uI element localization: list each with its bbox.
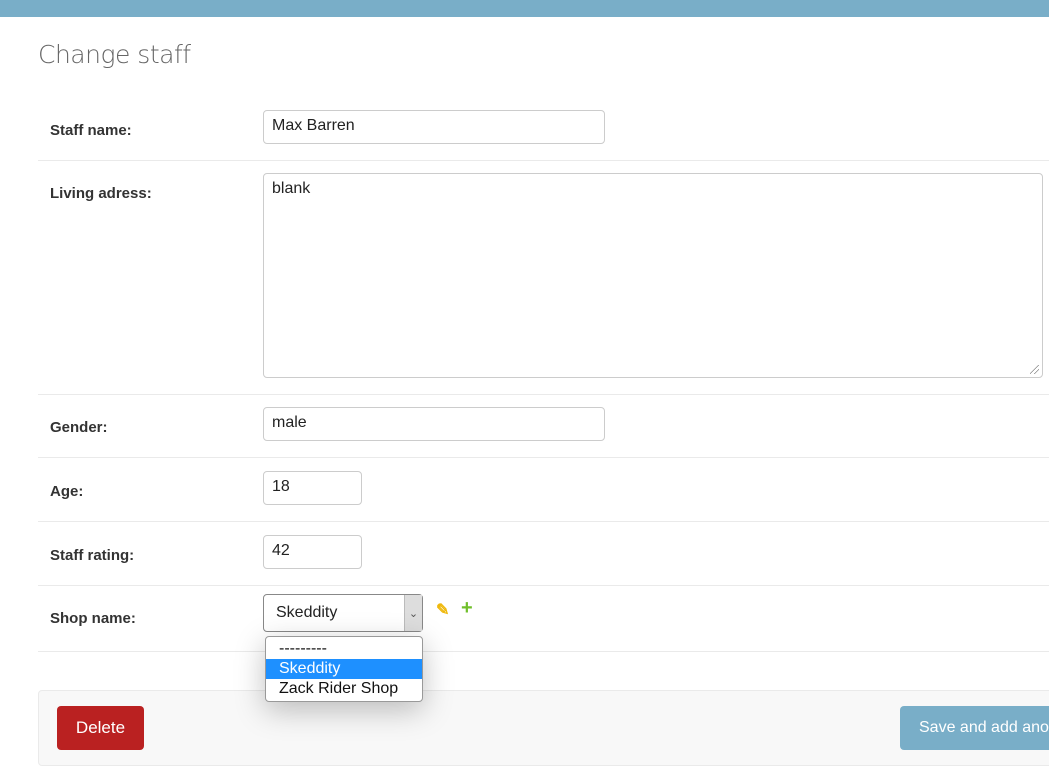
delete-button[interactable]: Delete bbox=[57, 706, 144, 750]
living-address-value: blank bbox=[272, 180, 311, 197]
row-age: Age: 18 bbox=[38, 458, 1049, 522]
shop-name-selected-value: Skeddity bbox=[276, 604, 338, 621]
staff-rating-input[interactable]: 42 bbox=[263, 535, 362, 569]
dropdown-option-zack-rider-shop[interactable]: Zack Rider Shop bbox=[266, 679, 422, 699]
row-gender: Gender: male bbox=[38, 395, 1049, 458]
staff-name-label: Staff name: bbox=[50, 122, 132, 139]
change-staff-form: Staff name: Max Barren Living adress: bl… bbox=[38, 95, 1049, 652]
dropdown-option-skeddity[interactable]: Skeddity bbox=[266, 659, 422, 679]
header-bar bbox=[0, 0, 1049, 17]
age-label: Age: bbox=[50, 483, 84, 500]
dropdown-option-empty[interactable]: --------- bbox=[266, 639, 422, 659]
shop-name-dropdown: --------- Skeddity Zack Rider Shop bbox=[265, 636, 423, 702]
pencil-icon[interactable]: ✎ bbox=[436, 600, 449, 620]
living-address-label: Living adress: bbox=[50, 185, 152, 202]
gender-input[interactable]: male bbox=[263, 407, 605, 441]
gender-label: Gender: bbox=[50, 419, 108, 436]
shop-name-label: Shop name: bbox=[50, 610, 136, 627]
row-staff-rating: Staff rating: 42 bbox=[38, 522, 1049, 586]
shop-name-select[interactable]: Skeddity ⌄ bbox=[263, 594, 423, 632]
staff-name-input[interactable]: Max Barren bbox=[263, 110, 605, 144]
chevron-down-icon[interactable]: ⌄ bbox=[404, 595, 422, 631]
row-living-address: Living adress: blank bbox=[38, 161, 1049, 395]
save-and-add-another-button[interactable]: Save and add another bbox=[900, 706, 1049, 750]
submit-row: Delete Save and add another bbox=[38, 690, 1049, 766]
row-shop-name: Shop name: Skeddity ⌄ ✎ + bbox=[38, 586, 1049, 652]
row-staff-name: Staff name: Max Barren bbox=[38, 95, 1049, 161]
page-title: Change staff bbox=[38, 40, 191, 69]
living-address-textarea[interactable]: blank bbox=[263, 173, 1043, 378]
resize-handle[interactable] bbox=[1030, 365, 1039, 374]
staff-rating-label: Staff rating: bbox=[50, 547, 135, 564]
age-input[interactable]: 18 bbox=[263, 471, 362, 505]
plus-icon[interactable]: + bbox=[461, 597, 473, 620]
